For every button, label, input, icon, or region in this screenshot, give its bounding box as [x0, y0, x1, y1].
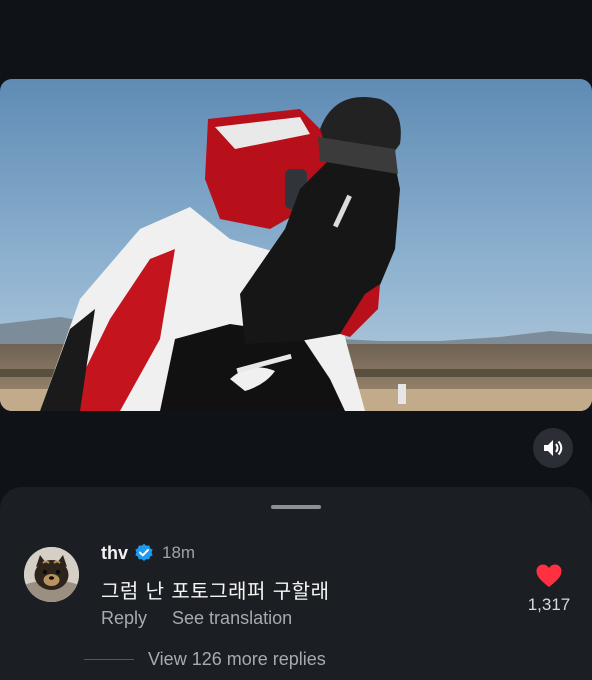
reply-button[interactable]: Reply	[101, 608, 147, 629]
view-replies-row[interactable]: View 126 more replies	[84, 649, 326, 670]
comment-actions: Reply See translation	[101, 608, 292, 629]
comment-time: 18m	[162, 543, 196, 562]
comment-text: 그럼 난 포토그래퍼 구할래	[101, 579, 330, 603]
like-count: 1,317	[527, 595, 571, 614]
video-frame	[0, 79, 592, 411]
comment-header: thv 18m	[101, 541, 195, 565]
screen: thv 18m 그럼 난 포토그래퍼 구할래 Reply See transla…	[0, 0, 592, 680]
verified-badge-icon	[135, 543, 153, 561]
avatar[interactable]	[24, 547, 79, 602]
view-replies-button[interactable]: View 126 more replies	[148, 649, 326, 670]
dog-avatar-icon	[24, 547, 79, 602]
username[interactable]: thv	[101, 543, 128, 564]
see-translation-button[interactable]: See translation	[172, 608, 292, 629]
video-player[interactable]	[0, 79, 592, 411]
heart-icon[interactable]	[536, 564, 562, 588]
speaker-icon	[544, 440, 563, 456]
sheet-drag-handle[interactable]	[271, 505, 321, 509]
comments-sheet: thv 18m 그럼 난 포토그래퍼 구할래 Reply See transla…	[0, 487, 592, 680]
sound-toggle-button[interactable]	[533, 428, 573, 468]
like-control: 1,317	[525, 564, 573, 615]
replies-divider	[84, 659, 134, 660]
